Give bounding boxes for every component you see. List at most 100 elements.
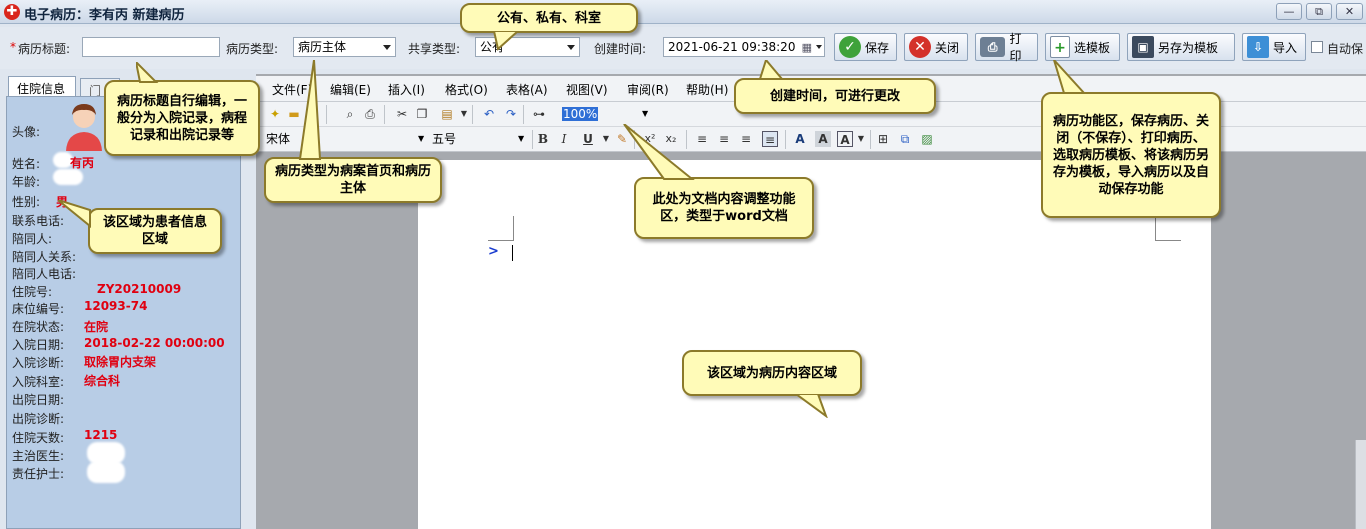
status-value: 在院 [84,320,109,334]
import-button-label: 导入 [1273,40,1298,55]
record-type-select[interactable]: 病历主体 [293,37,396,57]
menu-review[interactable]: 审阅(R) [627,81,669,98]
record-title-input[interactable] [82,37,220,57]
created-time-picker[interactable]: 2021-06-21 09:38:20 ▦ [663,37,825,57]
find-icon[interactable]: ⊶ [531,106,547,122]
chevron-down-icon[interactable]: ▼ [456,106,472,122]
autosave-checkbox[interactable] [1311,41,1323,53]
callout-pointer [623,124,695,180]
minimize-button[interactable]: — [1276,3,1302,20]
menu-help[interactable]: 帮助(H) [686,81,728,98]
stay-days-label: 住院天数: [12,431,65,445]
select-template-button[interactable]: + 选模板 [1045,33,1120,61]
menu-table[interactable]: 表格(A) [506,81,548,98]
close-icon: ✕ [909,36,931,58]
font-color-icon[interactable]: A [792,131,808,147]
callout-pointer [298,60,322,160]
zoom-select[interactable]: 100% ▼ [562,105,652,123]
toolbar-separator [870,130,871,149]
save-as-template-button[interactable]: ▣ 另存为模板 [1127,33,1235,61]
close-record-button[interactable]: ✕ 关闭 [904,33,968,61]
redo-icon[interactable]: ↷ [503,106,519,122]
save-as-template-label: 另存为模板 [1158,40,1219,55]
print-preview-icon[interactable]: ⌕ [342,106,358,122]
cut-icon[interactable]: ✂ [394,106,410,122]
font-size-select[interactable]: 五号 ▼ [432,129,530,149]
record-title-label: 病历标题: [18,42,71,56]
insert-image-icon[interactable]: ▨ [919,131,935,147]
tab-inpatient-info[interactable]: 住院信息 [8,76,76,98]
autosave-label: 自动保 [1327,42,1364,56]
app-icon: ✚ [4,4,20,20]
save-button[interactable]: ✓ 保存 [834,33,897,61]
toolbar-separator [326,105,327,124]
chevron-down-icon: ▼ [418,134,425,143]
justify-icon[interactable]: ≡ [762,131,778,147]
menu-edit[interactable]: 编辑(E) [330,81,371,98]
title-bar: ✚ 电子病历：李有丙 新建病历 — ⧉ ✕ [0,0,1366,24]
chevron-down-icon [567,45,575,50]
vertical-scrollbar[interactable] [1355,440,1366,529]
chevron-down-icon [383,45,391,50]
admission-no-label: 住院号: [12,285,53,299]
discharge-diagnosis-label: 出院诊断: [12,412,65,426]
callout-content-area: 该区域为病历内容区域 [682,350,862,396]
floppy-disk-icon: ▣ [1132,36,1154,58]
bold-icon[interactable]: B [535,131,551,147]
chevron-down-icon[interactable]: ▼ [853,131,869,147]
menu-format[interactable]: 格式(O) [445,81,488,98]
new-document-icon[interactable]: ✦ [267,106,283,122]
callout-created-time: 创建时间，可进行更改 [734,78,936,114]
align-right-icon[interactable]: ≡ [738,131,754,147]
attending-doctor-label: 主治医生: [12,449,65,463]
printer-icon[interactable]: ⎙ [362,106,378,122]
toolbar-separator [472,105,473,124]
record-type-label: 病历类型: [226,42,279,56]
import-button[interactable]: ⇩ 导入 [1242,33,1306,61]
italic-icon[interactable]: I [556,131,572,147]
char-border-icon[interactable]: A [837,131,853,147]
menu-insert[interactable]: 插入(I) [388,81,425,98]
insert-table-icon[interactable]: ⊞ [875,131,891,147]
chevron-down-icon[interactable]: ▼ [598,131,614,147]
paste-icon[interactable]: ▤ [439,106,455,122]
margin-marker [488,240,514,241]
callout-function-area: 病历功能区，保存病历、关闭（不保存）、打印病历、选取病历模板、将该病历另存为模板… [1041,92,1221,218]
record-type-value: 病历主体 [298,40,347,54]
department-label: 入院科室: [12,375,65,389]
chevron-down-icon: ▼ [642,109,649,118]
undo-icon[interactable]: ↶ [481,106,497,122]
calendar-icon: ▦ [801,41,812,54]
zoom-value: 100% [562,107,599,121]
margin-marker [513,216,514,240]
underline-icon[interactable]: U [580,131,596,147]
printer-icon: ⎙ [980,37,1006,57]
chevron-down-icon: ▼ [518,134,525,143]
status-label: 在院状态: [12,320,65,334]
close-record-button-label: 关闭 [935,40,960,55]
align-center-icon[interactable]: ≡ [716,131,732,147]
callout-pointer [758,60,785,80]
check-icon: ✓ [839,36,861,58]
margin-marker [1155,240,1181,241]
restore-button[interactable]: ⧉ [1306,3,1332,20]
font-name-select[interactable]: 宋体 ▼ [266,129,429,149]
age-label: 年龄: [12,175,41,189]
admission-no-value: ZY20210009 [97,282,182,296]
callout-record-type: 病历类型为病案首页和病历主体 [264,157,442,203]
discharge-date-label: 出院日期: [12,393,65,407]
cursor-marker: > [488,244,499,259]
stay-days-value: 1215 [84,428,118,442]
insert-object-icon[interactable]: ⧉ [897,131,913,147]
redaction-mark [87,461,125,483]
menu-view[interactable]: 视图(V) [566,81,608,98]
margin-marker [1155,216,1156,240]
nurse-label: 责任护士: [12,467,65,481]
highlight-icon[interactable]: A [815,131,831,147]
copy-icon[interactable]: ❐ [414,106,430,122]
print-button[interactable]: ⎙ 打印 [975,32,1038,63]
created-time-value: 2021-06-21 09:38:20 [668,40,796,54]
bed-label: 床位编号: [12,302,65,316]
toolbar-separator [523,105,524,124]
close-window-button[interactable]: ✕ [1336,3,1363,20]
